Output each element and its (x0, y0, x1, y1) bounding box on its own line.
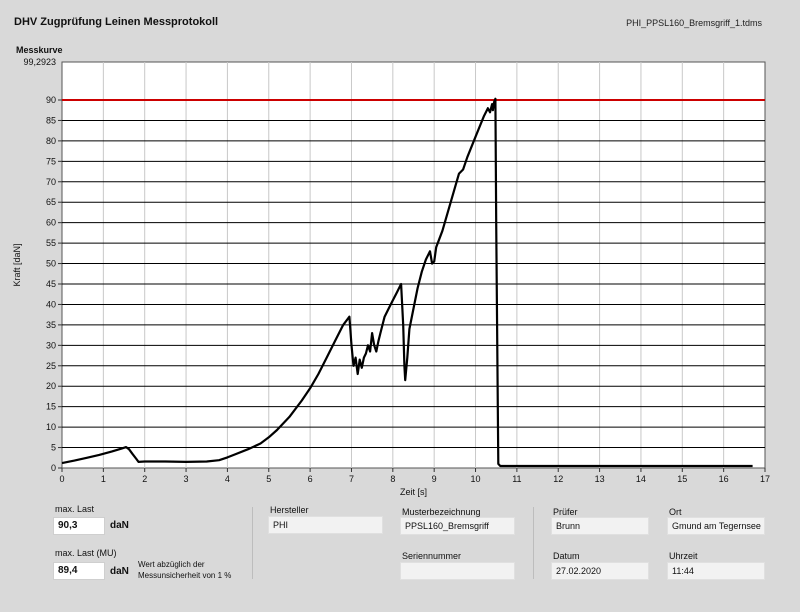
datum-label: Datum (553, 551, 580, 561)
x-tick-label: 14 (636, 474, 646, 484)
x-tick-label: 16 (719, 474, 729, 484)
uncertainty-note: Wert abzüglich der Messunsicherheit von … (138, 559, 231, 581)
force-time-chart: 0 1 2 3 4 5 6 7 8 9 10 11 12 13 14 15 16 1705101520253035… (12, 57, 770, 497)
uhrzeit-label: Uhrzeit (669, 551, 698, 561)
y-tick-label: 65 (46, 197, 56, 207)
x-tick-label: 1 (101, 474, 106, 484)
y-tick-label: 25 (46, 361, 56, 371)
musterbezeichnung-label: Musterbezeichnung (402, 507, 481, 517)
uhrzeit-field[interactable]: 11:44 (667, 562, 765, 580)
divider (533, 507, 534, 579)
y-tick-label: 60 (46, 218, 56, 228)
pruefer-field[interactable]: Brunn (551, 517, 649, 535)
datum-field[interactable]: 27.02.2020 (551, 562, 649, 580)
file-name: PHI_PPSL160_Bremsgriff_1.tdms (626, 18, 762, 28)
y-tick-label: 50 (46, 259, 56, 269)
ort-field[interactable]: Gmund am Tegernsee (667, 517, 765, 535)
y-axis-label: Kraft [daN] (12, 243, 22, 286)
y-max-label: 99,2923 (23, 57, 56, 67)
x-tick-label: 17 (760, 474, 770, 484)
x-tick-label: 12 (553, 474, 563, 484)
x-tick-label: 3 (184, 474, 189, 484)
max-last-label: max. Last (55, 504, 95, 514)
y-tick-label: 75 (46, 156, 56, 166)
uncertainty-note-line2: Messunsicherheit von 1 % (138, 571, 232, 580)
y-tick-label: 30 (46, 340, 56, 350)
x-tick-label: 10 (471, 474, 481, 484)
divider (252, 507, 253, 579)
page-title: DHV Zugprüfung Leinen Messprotokoll (14, 16, 219, 28)
x-tick-label: 6 (308, 474, 313, 484)
y-tick-label: 15 (46, 402, 56, 412)
seriennummer-field[interactable] (400, 562, 515, 580)
ort-label: Ort (669, 507, 682, 517)
hersteller-label: Hersteller (270, 505, 309, 515)
x-tick-label: 8 (390, 474, 395, 484)
max-last-unit: daN (110, 520, 129, 531)
y-tick-label: 45 (46, 279, 56, 289)
x-tick-label: 5 (266, 474, 271, 484)
x-tick-label: 11 (512, 474, 521, 484)
y-tick-label: 85 (46, 115, 56, 125)
y-tick-label: 0 (51, 463, 56, 473)
max-last-mu-unit: daN (110, 566, 129, 577)
max-last-mu-value: 89,4 (53, 562, 105, 580)
hersteller-field[interactable]: PHI (268, 516, 383, 534)
y-tick-label: 55 (46, 238, 56, 248)
pruefer-label: Prüfer (553, 507, 578, 517)
y-tick-label: 35 (46, 320, 56, 330)
y-tick-label: 10 (46, 422, 56, 432)
max-last-value: 90,3 (53, 517, 105, 535)
y-tick-label: 5 (51, 443, 56, 453)
seriennummer-label: Seriennummer (402, 551, 462, 561)
y-tick-label: 90 (46, 95, 56, 105)
x-axis-label: Zeit [s] (400, 487, 427, 497)
y-tick-label: 80 (46, 136, 56, 146)
x-tick-label: 9 (432, 474, 437, 484)
y-tick-label: 70 (46, 177, 56, 187)
y-tick-label: 20 (46, 381, 56, 391)
x-tick-label: 13 (595, 474, 605, 484)
uncertainty-note-line1: Wert abzüglich der (138, 560, 205, 569)
musterbezeichnung-field[interactable]: PPSL160_Bremsgriff (400, 517, 515, 535)
x-tick-label: 15 (677, 474, 687, 484)
max-last-mu-label: max. Last (MU) (55, 548, 117, 558)
x-tick-label: 4 (225, 474, 230, 484)
x-tick-label: 0 (59, 474, 64, 484)
x-tick-label: 7 (349, 474, 354, 484)
y-tick-label: 40 (46, 299, 56, 309)
x-tick-label: 2 (142, 474, 147, 484)
